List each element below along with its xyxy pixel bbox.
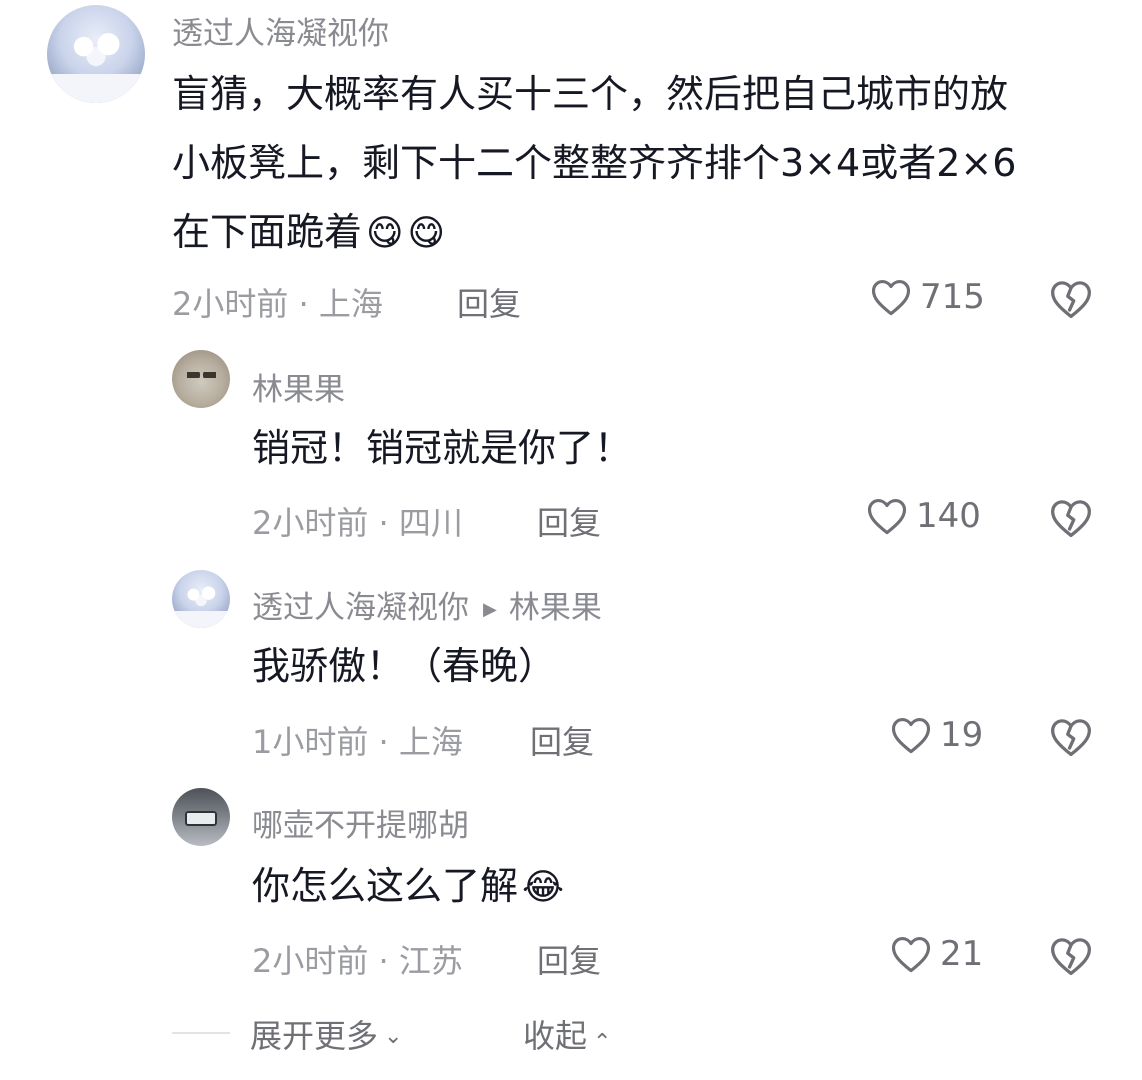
comment-text: 盲猜，大概率有人买十三个，然后把自己城市的放 小板凳上，剩下十二个整整齐齐排个3… [172, 60, 1112, 268]
laughing-crying-emoji-icon: 😂 [522, 867, 565, 908]
divider [172, 1032, 230, 1034]
triangle-right-icon: ▶ [483, 599, 497, 620]
like-count: 21 [940, 934, 984, 974]
avatar[interactable] [172, 350, 230, 408]
broken-heart-icon[interactable] [1049, 716, 1093, 758]
broken-heart-icon[interactable] [1049, 278, 1093, 320]
like-count: 715 [920, 277, 985, 317]
reply-item: 透过人海凝视你 ▶ 林果果 我骄傲！（春晚） 1小时前 · 上海 回复 19 [0, 560, 1142, 770]
reply-item: 林果果 销冠！销冠就是你了！ 2小时前 · 四川 回复 140 [0, 340, 1142, 550]
expand-more-button[interactable]: 展开更多 ⌄ [250, 1011, 402, 1057]
reply-username[interactable]: 哪壶不开提哪胡 [252, 800, 469, 845]
avatar[interactable] [47, 5, 145, 103]
reply-button[interactable]: 回复 [457, 279, 521, 325]
broken-heart-icon[interactable] [1049, 497, 1093, 539]
like-button[interactable]: 715 [870, 277, 985, 317]
replies-footer: 展开更多 ⌄ 收起 ⌃ [0, 1005, 1142, 1065]
expand-more-label: 展开更多 [250, 1017, 379, 1055]
like-count: 19 [940, 715, 984, 755]
reply-text: 你怎么这么了解 😂 [252, 852, 564, 922]
like-button[interactable]: 140 [866, 496, 981, 536]
reply-button[interactable]: 回复 [537, 936, 601, 982]
comment-text-line: 盲猜，大概率有人买十三个，然后把自己城市的放 [172, 72, 1009, 116]
chevron-up-icon: ⌃ [593, 1030, 612, 1055]
reply-time-location: 2小时前 · 江苏 [252, 942, 463, 980]
comment-item: 透过人海凝视你 盲猜，大概率有人买十三个，然后把自己城市的放 小板凳上，剩下十二… [0, 0, 1142, 330]
reply-username: 透过人海凝视你 ▶ 林果果 [252, 582, 602, 627]
avatar[interactable] [172, 570, 230, 628]
reply-time-location: 2小时前 · 四川 [252, 504, 463, 542]
heart-outline-icon [871, 280, 911, 316]
chevron-down-icon: ⌄ [384, 1024, 403, 1049]
comment-text-line: 小板凳上，剩下十二个整整齐齐排个3×4或者2×6 [172, 141, 1017, 185]
like-button[interactable]: 21 [890, 934, 983, 974]
yummy-emoji-icon: 😋 [366, 213, 404, 254]
like-button[interactable]: 19 [890, 715, 983, 755]
reply-author[interactable]: 透过人海凝视你 [252, 590, 469, 626]
reply-text: 销冠！销冠就是你了！ [252, 426, 633, 470]
reply-button[interactable]: 回复 [537, 498, 601, 544]
comment-time-location: 2小时前 · 上海 [172, 285, 383, 323]
reply-text: 我骄傲！（春晚） [252, 644, 557, 688]
comment-username[interactable]: 透过人海凝视你 [172, 8, 389, 53]
avatar[interactable] [172, 788, 230, 846]
collapse-label: 收起 [523, 1017, 588, 1055]
like-count: 140 [916, 496, 981, 536]
broken-heart-icon[interactable] [1049, 935, 1093, 977]
collapse-button[interactable]: 收起 ⌃ [523, 1011, 611, 1057]
reply-username[interactable]: 林果果 [252, 364, 345, 409]
comment-text-line-end: 在下面跪着 [172, 210, 363, 254]
heart-outline-icon [891, 937, 931, 973]
heart-outline-icon [891, 718, 931, 754]
reply-button[interactable]: 回复 [530, 717, 594, 763]
heart-outline-icon [867, 499, 907, 535]
yummy-emoji-icon: 😋 [407, 213, 446, 254]
reply-time-location: 1小时前 · 上海 [252, 723, 463, 761]
comment-text-line: 在下面跪着 😋 😋 [172, 198, 1112, 268]
reply-to-user[interactable]: 林果果 [509, 590, 602, 626]
reply-text-content: 你怎么这么了解 [252, 864, 519, 908]
reply-item: 哪壶不开提哪胡 你怎么这么了解 😂 2小时前 · 江苏 回复 21 [0, 780, 1142, 990]
